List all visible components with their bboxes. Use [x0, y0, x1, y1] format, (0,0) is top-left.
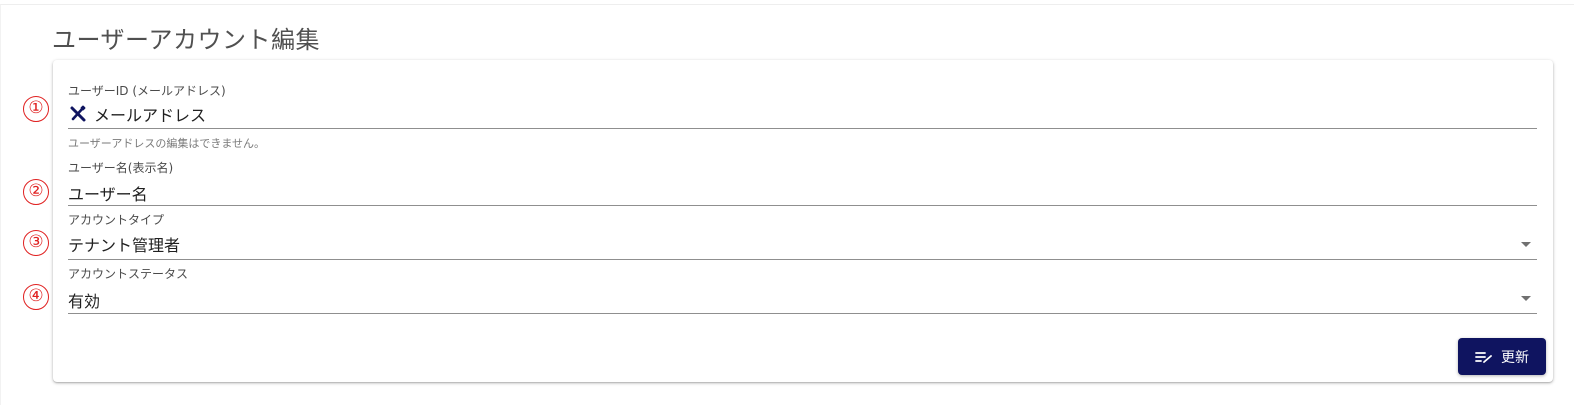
- user-id-value-row: メールアドレス: [68, 102, 206, 126]
- account-type-label: アカウントタイプ: [68, 213, 165, 227]
- account-status-value: 有効: [68, 292, 101, 311]
- edit-off-icon: [68, 104, 88, 124]
- account-type-underline: [68, 259, 1537, 260]
- user-name-label: ユーザー名(表示名): [68, 161, 174, 175]
- update-button-label: 更新: [1501, 349, 1529, 366]
- user-name-value[interactable]: ユーザー名: [68, 181, 148, 205]
- account-type-value: テナント管理者: [68, 236, 181, 255]
- update-button[interactable]: 更新: [1458, 338, 1546, 375]
- account-type-select[interactable]: アカウントタイプ テナント管理者: [68, 211, 1537, 261]
- user-id-underline: [68, 128, 1537, 129]
- user-id-label: ユーザーID (メールアドレス): [68, 84, 226, 98]
- user-name-field[interactable]: ユーザー名(表示名) ユーザー名: [68, 159, 1537, 207]
- annotation-marker-4: ④: [23, 284, 49, 310]
- page-title: ユーザーアカウント編集: [52, 26, 321, 54]
- user-id-hint: ユーザーアドレスの編集はできません。: [68, 137, 266, 150]
- annotation-marker-2: ②: [23, 179, 49, 205]
- annotation-marker-1: ①: [23, 96, 49, 122]
- dropdown-arrow-icon[interactable]: [1521, 242, 1531, 247]
- annotation-marker-3: ③: [23, 230, 49, 256]
- edit-note-icon: [1475, 350, 1493, 364]
- account-status-select[interactable]: アカウントステータス 有効: [68, 265, 1537, 315]
- user-name-underline: [68, 205, 1537, 206]
- account-status-underline: [68, 313, 1537, 314]
- user-id-value: メールアドレス: [94, 106, 207, 125]
- user-id-field[interactable]: ユーザーID (メールアドレス) メールアドレス ユーザーアドレスの編集はできま…: [68, 82, 1537, 152]
- account-status-label: アカウントステータス: [68, 267, 189, 281]
- dropdown-arrow-icon[interactable]: [1521, 296, 1531, 301]
